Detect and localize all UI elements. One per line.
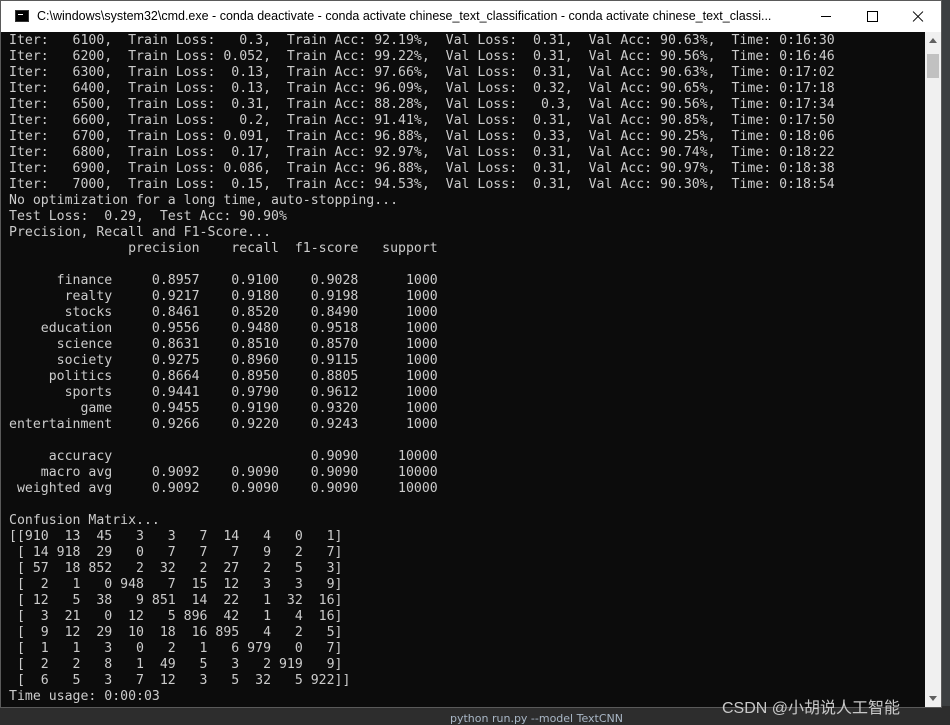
- maximize-button[interactable]: [849, 1, 895, 32]
- console-line: [[910 13 45 3 3 7 14 4 0 1]: [9, 529, 343, 544]
- scroll-up-arrow-icon[interactable]: [925, 32, 941, 49]
- console-line: macro avg 0.9092 0.9090 0.9090 10000: [9, 465, 438, 480]
- minimize-button[interactable]: [803, 1, 849, 32]
- console-line: entertainment 0.9266 0.9220 0.9243 1000: [9, 417, 438, 432]
- console-line: [ 9 12 29 10 18 16 895 4 2 5]: [9, 625, 343, 640]
- console-output[interactable]: Iter: 6100, Train Loss: 0.3, Train Acc: …: [1, 32, 925, 707]
- console-line: Iter: 6500, Train Loss: 0.31, Train Acc:…: [9, 97, 835, 112]
- console-line: game 0.9455 0.9190 0.9320 1000: [9, 401, 438, 416]
- console-line: Time usage: 0:00:03: [9, 689, 160, 704]
- console-line: Iter: 6300, Train Loss: 0.13, Train Acc:…: [9, 65, 835, 80]
- console-line: Iter: 7000, Train Loss: 0.15, Train Acc:…: [9, 177, 835, 192]
- console-line: Iter: 6800, Train Loss: 0.17, Train Acc:…: [9, 145, 835, 160]
- console-line: [ 14 918 29 0 7 7 7 9 2 7]: [9, 545, 343, 560]
- console-line: realty 0.9217 0.9180 0.9198 1000: [9, 289, 438, 304]
- console-line: Iter: 6200, Train Loss: 0.052, Train Acc…: [9, 49, 835, 64]
- console-line: accuracy 0.9090 10000: [9, 449, 438, 464]
- console-line: Iter: 6700, Train Loss: 0.091, Train Acc…: [9, 129, 835, 144]
- cmd-window: C:\windows\system32\cmd.exe - conda deac…: [0, 0, 942, 708]
- console-line: precision recall f1-score support: [9, 241, 438, 256]
- console-line: Iter: 6600, Train Loss: 0.2, Train Acc: …: [9, 113, 835, 128]
- console-line: Confusion Matrix...: [9, 513, 160, 528]
- background-window-text: python run.py --model TextCNN: [450, 712, 623, 725]
- console-line: politics 0.8664 0.8950 0.8805 1000: [9, 369, 438, 384]
- title-bar[interactable]: C:\windows\system32\cmd.exe - conda deac…: [1, 1, 941, 32]
- scroll-down-arrow-icon[interactable]: [925, 690, 941, 707]
- console-line: education 0.9556 0.9480 0.9518 1000: [9, 321, 438, 336]
- console-line: [ 12 5 38 9 851 14 22 1 32 16]: [9, 593, 343, 608]
- console-line: Precision, Recall and F1-Score...: [9, 225, 272, 240]
- scrollbar-thumb[interactable]: [927, 54, 939, 78]
- console-line: science 0.8631 0.8510 0.8570 1000: [9, 337, 438, 352]
- console-line: [ 1 1 3 0 2 1 6 979 0 7]: [9, 641, 343, 656]
- console-line: Iter: 6400, Train Loss: 0.13, Train Acc:…: [9, 81, 835, 96]
- console-line: sports 0.9441 0.9790 0.9612 1000: [9, 385, 438, 400]
- console-line: No optimization for a long time, auto-st…: [9, 193, 399, 208]
- console-line: [ 3 21 0 12 5 896 42 1 4 16]: [9, 609, 343, 624]
- console-line: [ 57 18 852 2 32 2 27 2 5 3]: [9, 561, 343, 576]
- console-line: Test Loss: 0.29, Test Acc: 90.90%: [9, 209, 287, 224]
- close-button[interactable]: [895, 1, 941, 32]
- csdn-watermark: CSDN @小胡说人工智能: [722, 700, 901, 717]
- console-line: finance 0.8957 0.9100 0.9028 1000: [9, 273, 438, 288]
- console-line: weighted avg 0.9092 0.9090 0.9090 10000: [9, 481, 438, 496]
- console-line: [ 6 5 3 7 12 3 5 32 5 922]]: [9, 673, 351, 688]
- console-lines: Iter: 6100, Train Loss: 0.3, Train Acc: …: [9, 33, 835, 705]
- console-line: Iter: 6900, Train Loss: 0.086, Train Acc…: [9, 161, 835, 176]
- console-line: stocks 0.8461 0.8520 0.8490 1000: [9, 305, 438, 320]
- console-line: [ 2 1 0 948 7 15 12 3 3 9]: [9, 577, 343, 592]
- console-line: society 0.9275 0.8960 0.9115 1000: [9, 353, 438, 368]
- window-title: C:\windows\system32\cmd.exe - conda deac…: [37, 9, 772, 23]
- console-line: Iter: 6100, Train Loss: 0.3, Train Acc: …: [9, 33, 835, 48]
- vertical-scrollbar[interactable]: [925, 32, 941, 707]
- console-line: [ 2 2 8 1 49 5 3 2 919 9]: [9, 657, 343, 672]
- cmd-app-icon[interactable]: [15, 10, 29, 22]
- background-window-right: [942, 0, 950, 725]
